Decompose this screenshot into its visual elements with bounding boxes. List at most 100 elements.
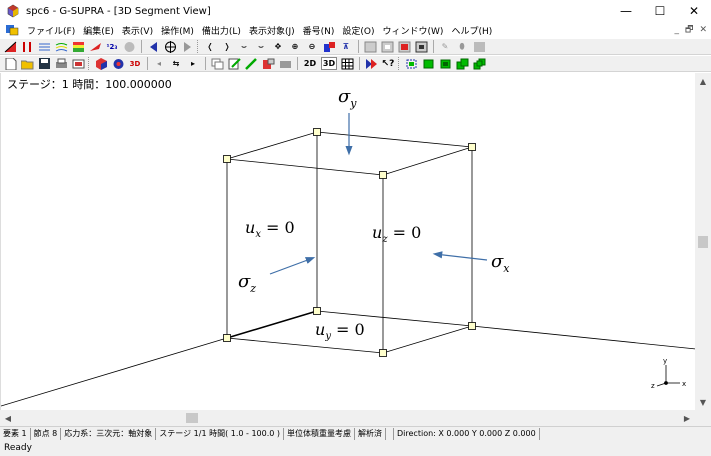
export-icon[interactable] xyxy=(71,57,85,70)
save-icon[interactable] xyxy=(37,57,51,70)
status-nodes: 節点 8 xyxy=(31,428,62,440)
model-canvas[interactable]: σy σx σz ux = 0 uz = 0 uy = 0 y z x xyxy=(1,73,696,410)
node-marker[interactable] xyxy=(313,128,321,136)
scroll-left-icon[interactable]: ◀ xyxy=(0,410,16,426)
sigma-x-arrow xyxy=(432,251,488,261)
edit-sheet-icon[interactable] xyxy=(227,57,241,70)
status-bar: 要素 1 節点 8 応力系：三次元：軸対象 ステージ 1/1 時間( 1.0 -… xyxy=(0,426,711,441)
menu-number[interactable]: 番号(N) xyxy=(299,24,339,37)
zoom-out-icon[interactable]: ⊖ xyxy=(305,40,319,53)
rotate-right-icon[interactable]: ❭ xyxy=(220,40,234,53)
node-marker[interactable] xyxy=(313,307,321,315)
mdi-close-button[interactable]: ✕ xyxy=(699,25,707,35)
document-icon[interactable] xyxy=(5,24,19,36)
sigma-z-arrow xyxy=(269,257,316,275)
node-marker[interactable] xyxy=(379,349,387,357)
step-forward-icon[interactable]: ▸ xyxy=(186,57,200,70)
toolbar-primary: ¹2₃ ❬ ❭ ⌣ ⌣ ✥ ⊕ ⊖ ⊼ ✎ ⬮ xyxy=(0,38,711,55)
menu-bar: ファイル(F) 編集(E) 表示(V) 操作(M) 備出力(L) 表示対象(J)… xyxy=(0,22,711,38)
tilt-up-icon[interactable]: ⌣ xyxy=(254,40,268,53)
green-stack-icon[interactable] xyxy=(472,57,486,70)
node-marker[interactable] xyxy=(379,171,387,179)
model-cube-icon[interactable] xyxy=(94,57,108,70)
draw-pencil-icon[interactable] xyxy=(244,57,258,70)
green-cube-icon[interactable] xyxy=(438,57,452,70)
horizontal-scroll-thumb[interactable] xyxy=(186,413,198,423)
node-marker[interactable] xyxy=(223,155,231,163)
numbering-icon[interactable]: ¹2₃ xyxy=(105,40,119,53)
mdi-minimize-button[interactable]: _ xyxy=(675,25,680,35)
prev-step-icon[interactable] xyxy=(146,40,160,53)
pan-icon[interactable]: ✥ xyxy=(271,40,285,53)
flag-icon[interactable] xyxy=(88,40,102,53)
node-marker[interactable] xyxy=(468,143,476,151)
disabled-block-icon[interactable] xyxy=(472,40,486,53)
menu-settings[interactable]: 設定(O) xyxy=(338,24,378,37)
menu-output[interactable]: 備出力(L) xyxy=(198,24,245,37)
menu-help[interactable]: ヘルプ(H) xyxy=(447,24,496,37)
green-square-icon[interactable] xyxy=(421,57,435,70)
minimize-button[interactable]: — xyxy=(609,0,643,22)
sigma-y-label: σy xyxy=(338,86,357,110)
gray-block-icon[interactable] xyxy=(278,57,292,70)
next-step-icon[interactable] xyxy=(180,40,194,53)
scroll-right-icon[interactable]: ▶ xyxy=(679,410,695,426)
print-icon[interactable] xyxy=(54,57,68,70)
uy-label: uy = 0 xyxy=(315,320,365,342)
model-3d-icon[interactable]: 3D xyxy=(128,57,142,70)
step-chart-icon[interactable]: ⇆ xyxy=(169,57,183,70)
node-marker[interactable] xyxy=(468,322,476,330)
view-3d-button[interactable]: 3D xyxy=(321,57,337,70)
open-folder-icon[interactable] xyxy=(20,57,34,70)
close-button[interactable]: ✕ xyxy=(677,0,711,22)
menu-edit[interactable]: 編集(E) xyxy=(79,24,118,37)
green-cubes-icon[interactable] xyxy=(455,57,469,70)
grid-icon[interactable] xyxy=(340,57,354,70)
toolbar-secondary: 3D ◂ ⇆ ▸ 2D 3D ↖? xyxy=(0,55,711,72)
scroll-down-icon[interactable]: ▼ xyxy=(695,394,711,410)
zoom-in-icon[interactable]: ⊕ xyxy=(288,40,302,53)
menu-window[interactable]: ウィンドウ(W) xyxy=(379,24,448,37)
pick-icon[interactable]: ⊼ xyxy=(339,40,353,53)
node-marker[interactable] xyxy=(223,334,231,342)
menu-operation[interactable]: 操作(M) xyxy=(157,24,198,37)
constraint-icon[interactable] xyxy=(20,40,34,53)
view-top-icon[interactable] xyxy=(414,40,428,53)
play-forward-icon[interactable] xyxy=(364,57,378,70)
view-2d-button[interactable]: 2D xyxy=(302,57,318,70)
view-front-icon[interactable] xyxy=(363,40,377,53)
vertical-scrollbar[interactable]: ▲ ▼ xyxy=(695,73,711,410)
mesh-red-icon[interactable] xyxy=(3,40,17,53)
eraser-gray-icon[interactable]: ⬮ xyxy=(455,40,469,53)
select-element-icon[interactable] xyxy=(404,57,418,70)
load-arrows-icon[interactable] xyxy=(37,40,51,53)
view-side-icon[interactable] xyxy=(380,40,394,53)
pencil-gray-icon[interactable]: ✎ xyxy=(438,40,452,53)
layers-icon[interactable] xyxy=(54,40,68,53)
step-back-icon[interactable]: ◂ xyxy=(152,57,166,70)
contour-icon[interactable] xyxy=(71,40,85,53)
model-rotate-icon[interactable] xyxy=(111,57,125,70)
color-palette-icon[interactable] xyxy=(322,40,336,53)
rotate-left-icon[interactable]: ❬ xyxy=(203,40,217,53)
menu-view[interactable]: 表示(V) xyxy=(118,24,157,37)
mdi-restore-button[interactable]: 🗗 xyxy=(685,22,693,38)
view-red-icon[interactable] xyxy=(397,40,411,53)
status-unit-weight: 単位体積重量考慮 xyxy=(284,428,356,440)
paint-icon[interactable] xyxy=(261,57,275,70)
new-file-icon[interactable] xyxy=(3,57,17,70)
3d-segment-viewport[interactable]: σy σx σz ux = 0 uz = 0 uy = 0 y z x ステージ… xyxy=(0,73,696,410)
horizontal-scrollbar[interactable]: ◀ ▶ xyxy=(0,410,695,426)
hidden-icon[interactable] xyxy=(122,40,136,53)
ground-line-right xyxy=(471,325,696,350)
ready-indicator: Ready xyxy=(0,441,711,456)
vertical-scroll-thumb[interactable] xyxy=(698,236,708,248)
menu-display-target[interactable]: 表示対象(J) xyxy=(245,24,299,37)
menu-file[interactable]: ファイル(F) xyxy=(23,24,79,37)
tilt-down-icon[interactable]: ⌣ xyxy=(237,40,251,53)
scroll-up-icon[interactable]: ▲ xyxy=(695,73,711,89)
maximize-button[interactable]: ☐ xyxy=(643,0,677,22)
target-icon[interactable] xyxy=(163,40,177,53)
context-help-icon[interactable]: ↖? xyxy=(381,57,395,70)
window-cascade-icon[interactable] xyxy=(210,57,224,70)
